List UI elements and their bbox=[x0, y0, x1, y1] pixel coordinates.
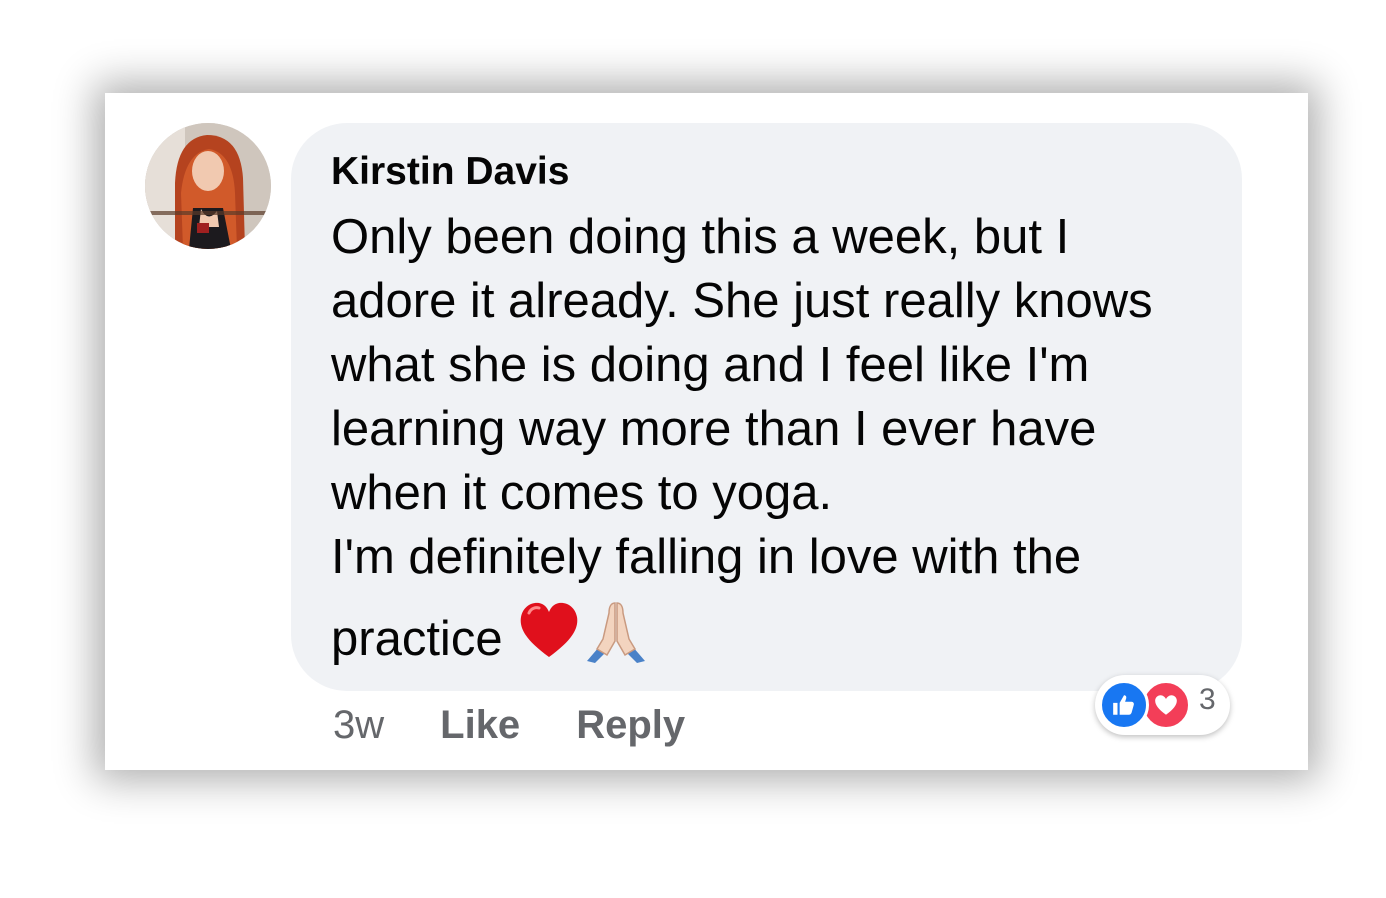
comment-line: adore it already. She just really knows bbox=[331, 274, 1153, 328]
comment-line: what she is doing and I feel like I'm bbox=[331, 338, 1090, 392]
comment-line: practice bbox=[331, 599, 1231, 679]
avatar-photo bbox=[145, 123, 271, 249]
comment-line: learning way more than I ever have bbox=[331, 402, 1097, 456]
avatar[interactable] bbox=[145, 123, 271, 249]
comment-line: when it comes to yoga. bbox=[331, 466, 833, 520]
comment-bubble: Kirstin Davis Only been doing this a wee… bbox=[291, 123, 1242, 691]
comment-line: I'm definitely falling in love with the bbox=[331, 530, 1082, 584]
red-heart-icon bbox=[517, 599, 581, 679]
comment-card: Kirstin Davis Only been doing this a wee… bbox=[105, 93, 1308, 770]
like-icon bbox=[1099, 680, 1149, 730]
comment-author[interactable]: Kirstin Davis bbox=[331, 150, 569, 194]
comment-timestamp[interactable]: 3w bbox=[333, 703, 384, 748]
like-button[interactable]: Like bbox=[440, 703, 520, 748]
reaction-summary[interactable]: 3 bbox=[1095, 675, 1230, 735]
reply-button[interactable]: Reply bbox=[576, 703, 685, 748]
comment-line-text: practice bbox=[331, 612, 503, 666]
folded-hands-icon bbox=[581, 599, 651, 679]
comment-line: Only been doing this a week, but I bbox=[331, 210, 1070, 264]
reaction-count: 3 bbox=[1199, 683, 1216, 716]
comment-actions: 3w Like Reply bbox=[333, 700, 685, 750]
comment-text: Only been doing this a week, but I adore… bbox=[331, 205, 1231, 679]
